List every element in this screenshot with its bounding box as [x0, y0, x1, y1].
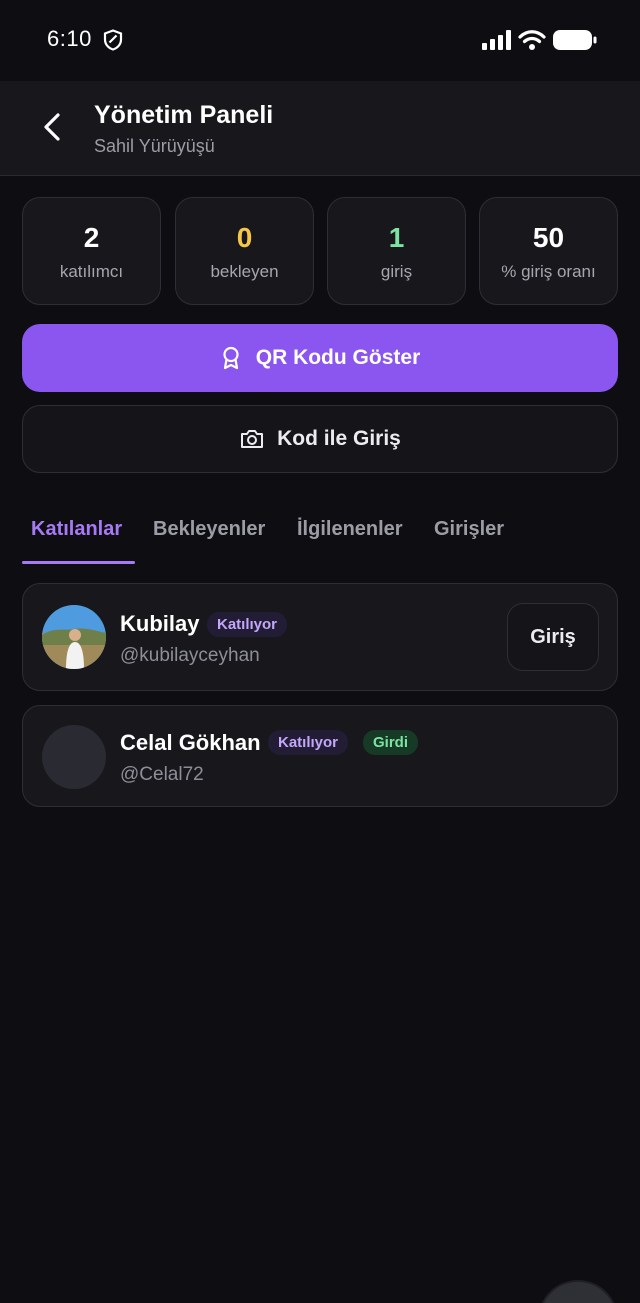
code-checkin-label: Kod ile Giriş [277, 427, 401, 450]
stat-value: 50 [532, 222, 565, 253]
participant-handle: @kubilayceyhan [120, 645, 260, 666]
tab-interested[interactable]: İlgilenenler [297, 505, 403, 563]
stat-checkin-rate: 50 % giriş oranı [479, 197, 618, 305]
status-bar: 6:10 [0, 0, 640, 80]
stat-label: giriş [380, 262, 413, 281]
tab-pending[interactable]: Bekleyenler [153, 505, 265, 563]
code-checkin-button[interactable]: Kod ile Giriş [22, 405, 618, 473]
tab-checkins[interactable]: Girişler [434, 505, 504, 563]
participant-card[interactable]: Kubilay Katılıyor @kubilayceyhan Giriş [22, 583, 618, 691]
checkin-button[interactable]: Giriş [507, 603, 599, 671]
floating-action-button[interactable] [538, 1280, 618, 1303]
active-tab-indicator [22, 561, 135, 564]
participant-card[interactable]: Celal Gökhan Katılıyor Girdi @Celal72 [22, 705, 618, 807]
stat-label: bekleyen [210, 262, 279, 281]
stat-value: 1 [388, 222, 405, 253]
avatar [42, 725, 106, 789]
event-subtitle: Sahil Yürüyüşü [94, 136, 215, 156]
stats-row: 2 katılımcı 0 bekleyen 1 giriş 50 % giri… [22, 197, 619, 305]
stat-label: katılımcı [59, 262, 124, 281]
avatar [42, 605, 106, 669]
status-time: 6:10 [47, 26, 92, 51]
app-header: Yönetim Paneli Sahil Yürüyüşü [0, 81, 640, 176]
stat-value: 0 [236, 222, 253, 253]
stat-label: % giriş oranı [501, 262, 596, 281]
tab-participants[interactable]: Katılanlar [31, 505, 122, 563]
avatar-photo [42, 605, 106, 669]
badge-icon [223, 346, 239, 370]
stat-pending: 0 bekleyen [175, 197, 314, 305]
show-qr-label: QR Kodu Göster [255, 346, 421, 369]
shield-icon [103, 29, 123, 51]
tab-bar: Katılanlar Bekleyenler İlgilenenler Giri… [22, 505, 618, 565]
camera-icon [241, 430, 264, 448]
status-badge: Katılıyor [268, 730, 349, 755]
battery-icon [553, 30, 597, 50]
show-qr-button[interactable]: QR Kodu Göster [22, 324, 618, 392]
participant-name: Celal Gökhan [120, 730, 261, 755]
participant-name: Kubilay [120, 611, 200, 636]
back-arrow-icon[interactable] [36, 109, 70, 145]
checked-in-badge: Girdi [363, 730, 419, 755]
wifi-icon [518, 30, 546, 50]
participant-handle: @Celal72 [120, 764, 204, 785]
stat-value: 2 [83, 222, 100, 253]
page-title: Yönetim Paneli [94, 101, 274, 129]
stat-checkins: 1 giriş [327, 197, 466, 305]
status-badge: Katılıyor [207, 612, 288, 637]
signal-icon [482, 30, 511, 50]
stat-participants: 2 katılımcı [22, 197, 161, 305]
